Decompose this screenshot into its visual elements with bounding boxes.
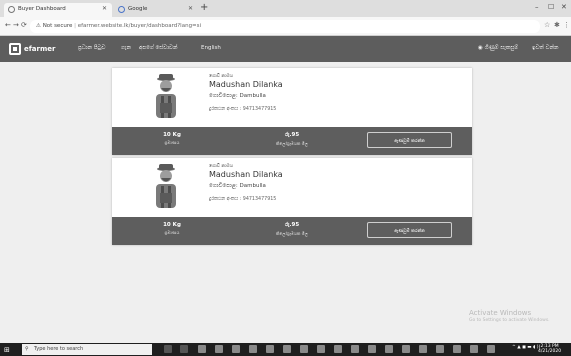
activate-windows-watermark: Activate Windows Go to Settings to activ… — [469, 309, 550, 323]
app-icon[interactable] — [317, 345, 325, 353]
menu-icon[interactable]: ⋮ — [563, 21, 570, 29]
edge-icon[interactable] — [198, 345, 206, 353]
maximize-button[interactable]: ☐ — [548, 3, 554, 11]
quantity-label: ප්‍රමාණය — [164, 230, 180, 235]
farmer-avatar-icon — [156, 74, 176, 118]
app-icon[interactable] — [470, 345, 478, 353]
new-tab-button[interactable]: + — [200, 2, 208, 13]
app-icon[interactable] — [249, 345, 257, 353]
app-icon[interactable] — [351, 345, 359, 353]
main-content: ගොවි නාමය Madushan Dilanka ගොවිපොළ: Damb… — [0, 62, 571, 343]
price-label: කිලෝග්‍රෑමයක මිල — [276, 141, 308, 146]
close-window-button[interactable]: ✕ — [561, 3, 567, 11]
tab-label: Buyer Dashboard — [18, 6, 66, 12]
quantity-stat: 10 Kg ප්‍රමාණය — [157, 132, 187, 145]
nav-home[interactable]: ප්‍රධාන පිටුව — [78, 45, 105, 52]
logout-link[interactable]: ඉවත් වන්න — [532, 45, 559, 52]
price-label: කිලෝග්‍රෑමයක මිල — [276, 231, 308, 236]
tab-favicon-icon — [8, 6, 15, 13]
farmer-location: ගොවිපොළ: Dambulla — [209, 93, 266, 99]
farmer-card: ගොවි නාමය Madushan Dilanka ගොවිපොළ: Damb… — [112, 68, 472, 155]
cortana-icon[interactable] — [164, 345, 172, 353]
chrome-icon[interactable] — [300, 345, 308, 353]
nav-services[interactable]: අපගේ සේවාවන් — [139, 45, 177, 52]
security-warning: Not secure — [42, 23, 73, 29]
app-icon[interactable] — [368, 345, 376, 353]
farmer-name: Madushan Dilanka — [209, 170, 283, 179]
close-icon[interactable]: ✕ — [188, 5, 193, 12]
order-button[interactable]: ඇණවුම් කරන්න — [367, 132, 452, 148]
excel-icon[interactable] — [283, 345, 291, 353]
account-settings-link[interactable]: ◉ ගිණුම් සැකසුම් — [478, 45, 518, 52]
order-button[interactable]: ඇණවුම් කරන්න — [367, 222, 452, 238]
search-placeholder: Type here to search — [34, 346, 84, 352]
extension-icon[interactable]: ✱ — [554, 21, 560, 29]
reload-icon[interactable]: ⟳ — [21, 21, 27, 29]
clock-date: 4/21/2020 — [538, 349, 562, 354]
url-text: efarmer.website.lk/buyer/dashboard?lang=… — [77, 23, 202, 29]
google-icon — [118, 6, 125, 13]
farmer-name-label: ගොවි නාමය — [209, 74, 234, 79]
store-icon[interactable] — [232, 345, 240, 353]
watermark-title: Activate Windows — [469, 309, 532, 317]
nav-about[interactable]: ගැන — [121, 45, 131, 52]
price-stat: රු.95 කිලෝග්‍රෑමයක මිල — [252, 222, 332, 236]
quantity-label: ප්‍රමාණය — [164, 140, 180, 145]
explorer-icon[interactable] — [215, 345, 223, 353]
app-icon[interactable] — [419, 345, 427, 353]
tab-buyer-dashboard[interactable]: Buyer Dashboard ✕ — [4, 3, 112, 17]
farmer-name-label: ගොවි නාමය — [209, 164, 234, 169]
tab-label: Google — [128, 6, 148, 12]
quantity-value: 10 Kg — [163, 132, 181, 138]
close-icon[interactable]: ✕ — [102, 5, 107, 12]
farmer-phone: දුරකථන අංකය : 94713477915 — [209, 197, 277, 202]
account-settings-label: ගිණුම් සැකසුම් — [484, 45, 519, 51]
windows-taskbar: ⊞ ⚲ Type here to search ^ ▲ ◼ ▬ ◖ )) 2:1… — [0, 343, 571, 356]
star-icon[interactable]: ☆ — [544, 21, 550, 29]
browser-tab-bar: Buyer Dashboard ✕ Google ✕ + – ☐ ✕ — [0, 0, 571, 17]
app-header: efarmer ප්‍රධාන පිටුව ගැන අපගේ සේවාවන් E… — [0, 36, 571, 62]
url-input[interactable]: ⚠ Not secure | efarmer.website.lk/buyer/… — [30, 20, 540, 33]
farmer-card: ගොවි නාමය Madushan Dilanka ගොවිපොළ: Damb… — [112, 158, 472, 245]
nav-english[interactable]: English — [201, 45, 221, 51]
back-icon[interactable]: ← — [5, 21, 11, 29]
price-value: රු.95 — [284, 222, 300, 228]
logo-text: efarmer — [24, 45, 56, 53]
task-view-icon[interactable] — [180, 345, 188, 353]
search-icon: ⚲ — [25, 346, 29, 352]
word-icon[interactable] — [266, 345, 274, 353]
quantity-stat: 10 Kg ප්‍රමාණය — [157, 222, 187, 235]
farmer-location: ගොවිපොළ: Dambulla — [209, 183, 266, 189]
app-icon[interactable] — [385, 345, 393, 353]
app-icon[interactable] — [487, 345, 495, 353]
clock[interactable]: 2:13 PM 4/21/2020 — [538, 344, 561, 354]
farmer-name: Madushan Dilanka — [209, 80, 283, 89]
windows-start-icon[interactable]: ⊞ — [4, 346, 10, 354]
logo-icon — [9, 43, 21, 55]
price-stat: රු.95 කිලෝග්‍රෑමයක මිල — [252, 132, 332, 146]
warning-icon: ⚠ — [36, 23, 41, 29]
minimize-button[interactable]: – — [535, 3, 539, 11]
address-bar: ← → ⟳ ⚠ Not secure | efarmer.website.lk/… — [0, 17, 571, 36]
app-icon[interactable] — [436, 345, 444, 353]
system-tray[interactable]: ^ ▲ ◼ ▬ ◖ )) — [512, 345, 540, 350]
watermark-subtitle: Go to Settings to activate Windows. — [469, 318, 550, 323]
app-icon[interactable] — [334, 345, 342, 353]
app-icon[interactable] — [453, 345, 461, 353]
logo[interactable]: efarmer — [9, 42, 55, 56]
farmer-avatar-icon — [156, 164, 176, 208]
forward-icon[interactable]: → — [13, 21, 19, 29]
farmer-phone: දුරකථන අංකය : 94713477915 — [209, 107, 277, 112]
price-value: රු.95 — [284, 132, 300, 138]
user-icon: ◉ — [478, 45, 483, 51]
taskbar-search-input[interactable]: ⚲ Type here to search — [22, 344, 152, 355]
app-icon[interactable] — [402, 345, 410, 353]
tab-google[interactable]: Google ✕ — [114, 3, 198, 17]
quantity-value: 10 Kg — [163, 222, 181, 228]
